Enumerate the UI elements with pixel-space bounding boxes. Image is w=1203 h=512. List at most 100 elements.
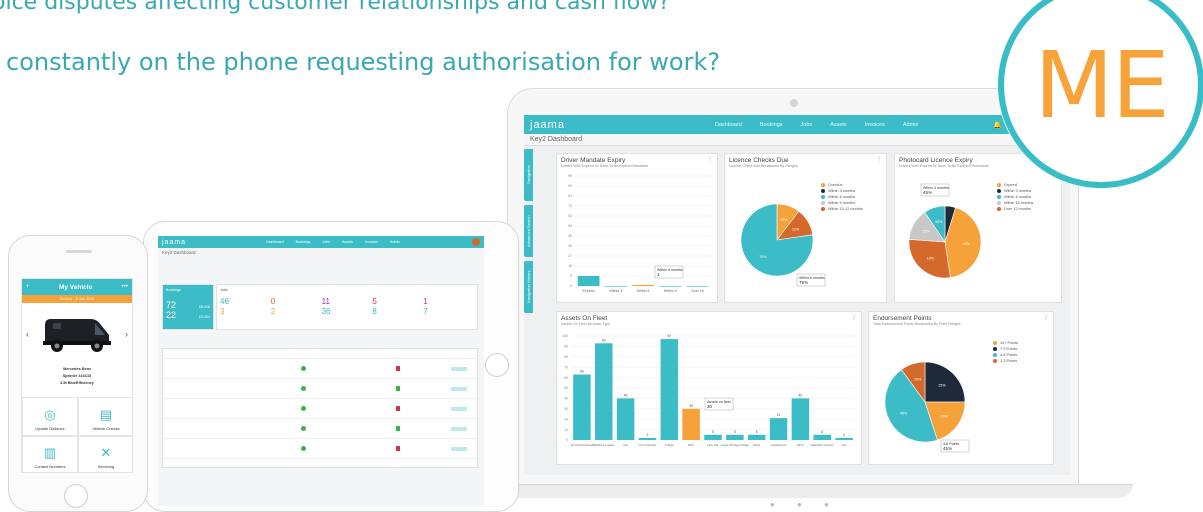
kebab-menu-icon[interactable]: ⋮ (707, 156, 713, 163)
y-tick-label: 10 (564, 428, 568, 432)
data-label: 97 (668, 334, 672, 338)
van-image (43, 319, 111, 352)
y-tick-label: 81 (568, 194, 572, 198)
svg-text:Within 6 months: Within 6 months (657, 268, 683, 272)
more-icon[interactable]: ••• (122, 284, 128, 290)
table-row[interactable] (163, 419, 477, 439)
side-tab-navigation-history[interactable]: Navigation History (524, 261, 533, 313)
add-icon[interactable]: + (26, 284, 30, 290)
phone-home-button[interactable] (64, 484, 88, 508)
svg-text:30: 30 (707, 404, 713, 409)
x-tick-label: Plant (753, 443, 760, 447)
chart-tooltip: Within 3 months45% (920, 183, 950, 197)
phone-speaker (66, 250, 92, 253)
kebab-menu-icon[interactable]: ⋮ (1043, 314, 1049, 321)
y-tick-label: 99 (568, 174, 572, 178)
chevron-left-icon[interactable]: ‹ (26, 329, 29, 339)
tablet-screen: jaama Dashboard Bookings Jobs Assets Inv… (158, 236, 484, 506)
nav-assets[interactable]: Assets (342, 240, 353, 244)
nav-invoices[interactable]: Invoices (865, 122, 885, 128)
nav-jobs[interactable]: Jobs (801, 122, 813, 128)
kebab-menu-icon[interactable]: ⋮ (851, 314, 857, 321)
carousel-dots[interactable]: ● ● ● (770, 500, 839, 509)
y-tick-label: 0 (566, 438, 568, 442)
tools-icon: ✕ (100, 445, 112, 460)
data-label: 5 (756, 430, 758, 434)
headline-line-1: oice disputes affecting customer relatio… (0, 0, 670, 15)
stat-value: 72 (166, 300, 177, 310)
bell-icon[interactable]: 🔔 (993, 121, 1002, 129)
row-action-button[interactable] (451, 406, 467, 411)
service-due-bar: Service - 6 Jan 2018 (22, 295, 132, 303)
table-row[interactable] (163, 359, 477, 379)
nav-admin[interactable]: Admin (390, 240, 400, 244)
headline-line-2: constantly on the phone requesting autho… (6, 48, 721, 76)
tile-update-distance[interactable]: ◎ Update Distance (22, 397, 78, 436)
tile-vehicle-checks[interactable]: ▤ Vehicle Checks (78, 397, 132, 436)
nav-invoices[interactable]: Invoices (365, 240, 378, 244)
nav-admin[interactable]: Admin (903, 122, 919, 128)
row-action-button[interactable] (451, 366, 467, 371)
data-label: 21 (777, 413, 781, 417)
row-action-button[interactable] (451, 386, 467, 391)
bar (791, 398, 810, 440)
table-row[interactable] (163, 439, 477, 459)
vehicle-make: Mercedes-Benz (63, 367, 91, 371)
status-check-icon (301, 406, 306, 411)
x-tick-label: Hire Car (707, 443, 718, 447)
y-tick-label: 36 (568, 244, 572, 248)
x-tick-label: Standard Courier (811, 443, 834, 447)
side-tab-navigation[interactable]: Navigation (524, 149, 533, 201)
table-row[interactable] (163, 399, 477, 419)
chart-tooltip: Within 6 months75% (796, 273, 826, 287)
nav-bookings[interactable]: Bookings (760, 122, 783, 128)
y-tick-label: 20 (564, 417, 568, 421)
y-tick-label: 30 (564, 407, 568, 411)
slice-label: 30% (935, 220, 943, 224)
bar (726, 434, 744, 440)
driver-mandate-chart: 9990817263544536271890Expired Within 3 Wit… (568, 174, 711, 293)
tile-contact-numbers[interactable]: ▥ Contact Numbers (22, 435, 78, 472)
stat-money: £6,018 (199, 305, 210, 309)
row-action-button[interactable] (451, 426, 467, 431)
nav-dashboard[interactable]: Dashboard (266, 240, 284, 244)
y-tick-label: 50 (564, 386, 568, 390)
tile-servicing[interactable]: ✕ Servicing (78, 435, 132, 472)
job-stat: 2 (270, 307, 276, 316)
x-tick-label: Car (623, 443, 628, 447)
job-stat: 36 (321, 307, 331, 316)
nav-bookings[interactable]: Bookings (296, 240, 311, 244)
bar (595, 343, 613, 440)
nav-jobs[interactable]: Jobs (322, 240, 330, 244)
chevron-right-icon[interactable]: › (125, 329, 128, 339)
nav-dashboard[interactable]: Dashboard (715, 122, 742, 128)
svg-text:1: 1 (657, 272, 660, 277)
bar (604, 286, 627, 287)
slice-label: 10% (780, 218, 788, 222)
job-stat: 46 (220, 297, 229, 306)
tablet-home-button[interactable] (485, 353, 509, 377)
job-stat: 11 (321, 297, 330, 306)
slice-label: 45% (900, 411, 908, 415)
phone-topbar: + My Vehicle ••• (22, 279, 132, 295)
slice-label: 25% (938, 384, 946, 388)
table-row[interactable] (163, 379, 477, 399)
panel-title: Endorsement Points (873, 315, 932, 322)
page-title: Key2 Dashboard (162, 250, 196, 255)
status-check-icon (301, 426, 306, 431)
status-check-icon (301, 366, 306, 371)
row-action-button[interactable] (451, 446, 467, 451)
phone-action-grid: ◎ Update Distance ▤ Vehicle Checks ▥ Contac… (22, 397, 132, 472)
kebab-menu-icon[interactable]: ⋮ (876, 156, 882, 163)
side-tabs: Navigation Advanced Search Navigation Hi… (524, 149, 536, 317)
data-label: 5 (821, 430, 823, 434)
slice-label: 75% (759, 255, 767, 259)
jaama-logo: jaama (530, 118, 565, 131)
nav-assets[interactable]: Assets (830, 122, 847, 128)
bar (835, 437, 853, 440)
page-title: Key2 Dashboard (524, 134, 1070, 146)
bar (616, 398, 635, 440)
avatar[interactable] (472, 238, 480, 246)
side-tab-advanced-search[interactable]: Advanced Search (524, 205, 533, 257)
job-stat: 3 (220, 307, 225, 316)
